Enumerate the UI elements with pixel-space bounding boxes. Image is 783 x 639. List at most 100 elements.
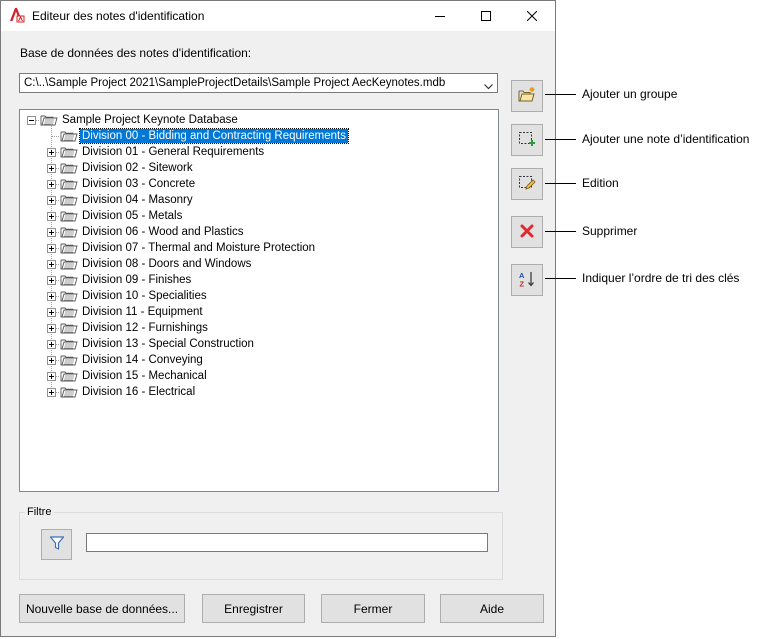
expand-icon[interactable] bbox=[47, 372, 56, 381]
tree-item[interactable]: Division 06 - Wood and Plastics bbox=[20, 224, 490, 240]
tree-item-label: Division 16 - Electrical bbox=[82, 386, 196, 398]
tree-item[interactable]: Division 15 - Mechanical bbox=[20, 368, 490, 384]
folder-icon bbox=[60, 177, 78, 193]
delete-button[interactable] bbox=[511, 216, 543, 248]
callout-line-delete bbox=[545, 231, 576, 232]
expand-icon[interactable] bbox=[47, 356, 56, 365]
expand-icon[interactable] bbox=[47, 292, 56, 301]
tree-item-label: Division 04 - Masonry bbox=[82, 194, 193, 206]
tree-item[interactable]: Division 02 - Sitework bbox=[20, 160, 490, 176]
tree-item-label: Division 03 - Concrete bbox=[82, 178, 196, 190]
sort-button[interactable]: A Z bbox=[511, 264, 543, 296]
keynote-editor-window: Editeur des notes d'identification Base … bbox=[0, 0, 556, 637]
folder-icon bbox=[60, 289, 78, 305]
tree-item[interactable]: Division 12 - Furnishings bbox=[20, 320, 490, 336]
expand-icon[interactable] bbox=[47, 324, 56, 333]
expand-icon[interactable] bbox=[47, 228, 56, 237]
tree-item[interactable]: Division 09 - Finishes bbox=[20, 272, 490, 288]
callout-delete: Supprimer bbox=[582, 224, 638, 238]
add-keynote-icon bbox=[518, 131, 536, 150]
svg-text:Z: Z bbox=[520, 279, 525, 288]
tree-root[interactable]: Sample Project Keynote Database bbox=[20, 112, 490, 128]
save-label: Enregistrer bbox=[224, 601, 283, 616]
tree-item[interactable]: Division 07 - Thermal and Moisture Prote… bbox=[20, 240, 490, 256]
maximize-button[interactable] bbox=[463, 1, 509, 31]
tree-item-label: Division 08 - Doors and Windows bbox=[82, 258, 252, 270]
folder-icon bbox=[60, 193, 78, 209]
expand-icon[interactable] bbox=[47, 388, 56, 397]
tree-item[interactable]: Division 13 - Special Construction bbox=[20, 336, 490, 352]
title-bar[interactable]: Editeur des notes d'identification bbox=[1, 1, 555, 31]
tree-item[interactable]: Division 03 - Concrete bbox=[20, 176, 490, 192]
collapse-icon[interactable] bbox=[27, 116, 36, 125]
tree-item-label: Division 07 - Thermal and Moisture Prote… bbox=[82, 242, 316, 254]
tree-item-label: Division 02 - Sitework bbox=[82, 162, 193, 174]
callout-line-edit bbox=[545, 183, 576, 184]
autocad-app-icon bbox=[9, 7, 25, 23]
tree-item-label: Division 15 - Mechanical bbox=[82, 370, 207, 382]
help-button[interactable]: Aide bbox=[440, 594, 544, 623]
callout-edit: Edition bbox=[582, 176, 619, 190]
tree-item-label: Division 10 - Specialities bbox=[82, 290, 207, 302]
database-select[interactable]: C:\..\Sample Project 2021\SampleProjectD… bbox=[19, 73, 498, 93]
close-window-button[interactable] bbox=[509, 1, 555, 31]
database-select-value: C:\..\Sample Project 2021\SampleProjectD… bbox=[24, 77, 446, 89]
tree-item-label: Division 12 - Furnishings bbox=[82, 322, 208, 334]
expand-icon[interactable] bbox=[47, 196, 56, 205]
save-button[interactable]: Enregistrer bbox=[202, 594, 305, 623]
folder-icon bbox=[60, 129, 78, 145]
folder-icon bbox=[60, 145, 78, 161]
database-folder-icon bbox=[40, 113, 58, 129]
tree-item[interactable]: Division 16 - Electrical bbox=[20, 384, 490, 400]
edit-button[interactable] bbox=[511, 168, 543, 200]
add-keynote-button[interactable] bbox=[511, 124, 543, 156]
callout-sort: Indiquer l’ordre de tri des clés bbox=[582, 271, 740, 285]
add-group-button[interactable] bbox=[511, 80, 543, 112]
edit-icon bbox=[518, 175, 536, 194]
tree-item[interactable]: Division 04 - Masonry bbox=[20, 192, 490, 208]
close-label: Fermer bbox=[353, 601, 393, 616]
folder-icon bbox=[60, 257, 78, 273]
tree-item[interactable]: Division 10 - Specialities bbox=[20, 288, 490, 304]
folder-icon bbox=[60, 337, 78, 353]
chevron-down-icon bbox=[484, 79, 493, 93]
folder-icon bbox=[60, 273, 78, 289]
tree-item[interactable]: Division 01 - General Requirements bbox=[20, 144, 490, 160]
tree-item[interactable]: Division 14 - Conveying bbox=[20, 352, 490, 368]
expand-icon[interactable] bbox=[47, 180, 56, 189]
expand-icon[interactable] bbox=[47, 148, 56, 157]
folder-icon bbox=[60, 353, 78, 369]
sort-icon: A Z bbox=[518, 270, 536, 291]
expand-icon[interactable] bbox=[47, 260, 56, 269]
new-database-button[interactable]: Nouvelle base de données... bbox=[19, 594, 185, 623]
tree-item-label: Division 13 - Special Construction bbox=[82, 338, 254, 350]
expand-icon[interactable] bbox=[47, 164, 56, 173]
folder-icon bbox=[60, 321, 78, 337]
add-group-icon bbox=[518, 86, 536, 106]
close-button[interactable]: Fermer bbox=[321, 594, 425, 623]
callout-line-add-group bbox=[545, 94, 576, 95]
new-database-label: Nouvelle base de données... bbox=[25, 601, 179, 616]
delete-icon bbox=[520, 224, 534, 241]
filter-button[interactable] bbox=[41, 529, 72, 560]
filter-label: Filtre bbox=[25, 506, 55, 518]
tree-item-label: Division 14 - Conveying bbox=[82, 354, 203, 366]
help-label: Aide bbox=[479, 601, 505, 616]
folder-icon bbox=[60, 385, 78, 401]
folder-icon bbox=[60, 241, 78, 257]
window-title: Editeur des notes d'identification bbox=[32, 9, 205, 23]
expand-icon[interactable] bbox=[47, 276, 56, 285]
tree-root-label: Sample Project Keynote Database bbox=[62, 114, 238, 126]
expand-icon[interactable] bbox=[47, 244, 56, 253]
tree-item[interactable]: Division 05 - Metals bbox=[20, 208, 490, 224]
tree-item-label: Division 09 - Finishes bbox=[82, 274, 192, 286]
expand-icon[interactable] bbox=[47, 340, 56, 349]
expand-icon[interactable] bbox=[47, 308, 56, 317]
tree-item[interactable]: Division 00 - Bidding and Contracting Re… bbox=[20, 128, 490, 144]
tree-item[interactable]: Division 08 - Doors and Windows bbox=[20, 256, 490, 272]
keynote-tree[interactable]: Sample Project Keynote Database Division… bbox=[19, 109, 499, 492]
filter-input[interactable] bbox=[86, 533, 488, 552]
expand-icon[interactable] bbox=[47, 212, 56, 221]
minimize-button[interactable] bbox=[417, 1, 463, 31]
tree-item[interactable]: Division 11 - Equipment bbox=[20, 304, 490, 320]
